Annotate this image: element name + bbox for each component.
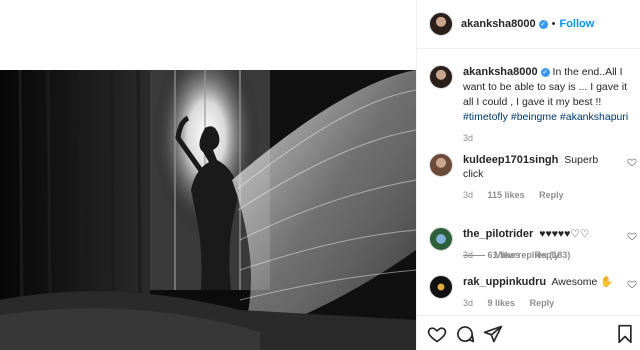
comment-body: the_pilotrider ♥♥♥♥♥♡♡ 3d 61 likes Reply — [463, 227, 640, 262]
post-header: akanksha8000 ✓ • Follow — [417, 0, 640, 49]
comment-likes[interactable]: 9 likes — [488, 298, 516, 308]
post-action-bar — [417, 315, 640, 350]
reply-button[interactable]: Reply — [539, 190, 564, 200]
comment-age[interactable]: 3d — [463, 250, 473, 260]
comments-list[interactable]: akanksha8000 ✓ In the end..All I want to … — [417, 49, 640, 315]
post-media-area — [0, 0, 416, 350]
comment-meta: 3d 9 likes Reply — [463, 296, 617, 310]
comment-age[interactable]: 3d — [463, 298, 473, 308]
like-comment-heart-icon[interactable] — [627, 231, 637, 241]
comment-item: kuldeep1701singh Superb click 3d 115 lik… — [429, 153, 640, 202]
reply-button[interactable]: Reply — [530, 298, 555, 308]
like-comment-heart-icon[interactable] — [627, 279, 637, 289]
commenter-username[interactable]: kuldeep1701singh — [463, 154, 558, 166]
post-caption: akanksha8000 ✓ In the end..All I want to … — [429, 65, 634, 146]
comment-item: the_pilotrider ♥♥♥♥♥♡♡ 3d 61 likes Reply — [429, 227, 640, 262]
like-comment-heart-icon[interactable] — [627, 157, 637, 167]
commenter-username[interactable]: the_pilotrider — [463, 228, 533, 240]
hashtag-beingme[interactable]: #beingme — [511, 111, 557, 123]
bookmark-icon[interactable] — [615, 324, 635, 344]
comment-item: rak_uppinkudru Awesome ✋ 3d 9 likes Repl… — [429, 275, 640, 310]
caption-author-username[interactable]: akanksha8000 — [463, 66, 538, 78]
author-username[interactable]: akanksha8000 — [461, 18, 536, 30]
commenter-avatar[interactable] — [429, 227, 453, 251]
comment-likes[interactable]: 61 likes — [488, 250, 521, 260]
comment-body: rak_uppinkudru Awesome ✋ 3d 9 likes Repl… — [463, 275, 640, 310]
hashtag-akankshapuri[interactable]: #akankshapuri — [560, 111, 628, 123]
comment-text: Awesome ✋ — [551, 276, 614, 288]
separator-dot: • — [551, 18, 556, 30]
caption-author-avatar[interactable] — [429, 65, 453, 89]
comment-text: ♥♥♥♥♥♡♡ — [539, 228, 590, 240]
commenter-avatar[interactable] — [429, 153, 453, 177]
verified-badge-icon: ✓ — [538, 19, 548, 29]
heart-icon[interactable] — [427, 324, 447, 344]
author-avatar[interactable] — [429, 12, 453, 36]
comment-meta: 3d 115 likes Reply — [463, 188, 617, 202]
caption-body: akanksha8000 ✓ In the end..All I want to … — [463, 65, 634, 146]
comment-likes[interactable]: 115 likes — [488, 190, 525, 200]
post-sidebar: akanksha8000 ✓ • Follow akanksha8000 ✓ In… — [416, 0, 640, 350]
caption-age[interactable]: 3d — [463, 131, 634, 146]
bw-window-photo — [0, 70, 416, 350]
hashtag-timetofly[interactable]: #timetofly — [463, 111, 508, 123]
comment-body: kuldeep1701singh Superb click 3d 115 lik… — [463, 153, 640, 202]
share-icon[interactable] — [483, 324, 503, 344]
commenter-username[interactable]: rak_uppinkudru — [463, 276, 546, 288]
verified-badge-icon: ✓ — [540, 68, 550, 77]
comment-icon[interactable] — [455, 324, 475, 344]
reply-button[interactable]: Reply — [535, 250, 560, 260]
comment-meta: 3d 61 likes Reply — [463, 248, 617, 262]
comment-age[interactable]: 3d — [463, 190, 473, 200]
post-photo[interactable] — [0, 70, 416, 350]
follow-button[interactable]: Follow — [559, 18, 594, 30]
commenter-avatar[interactable] — [429, 275, 453, 299]
